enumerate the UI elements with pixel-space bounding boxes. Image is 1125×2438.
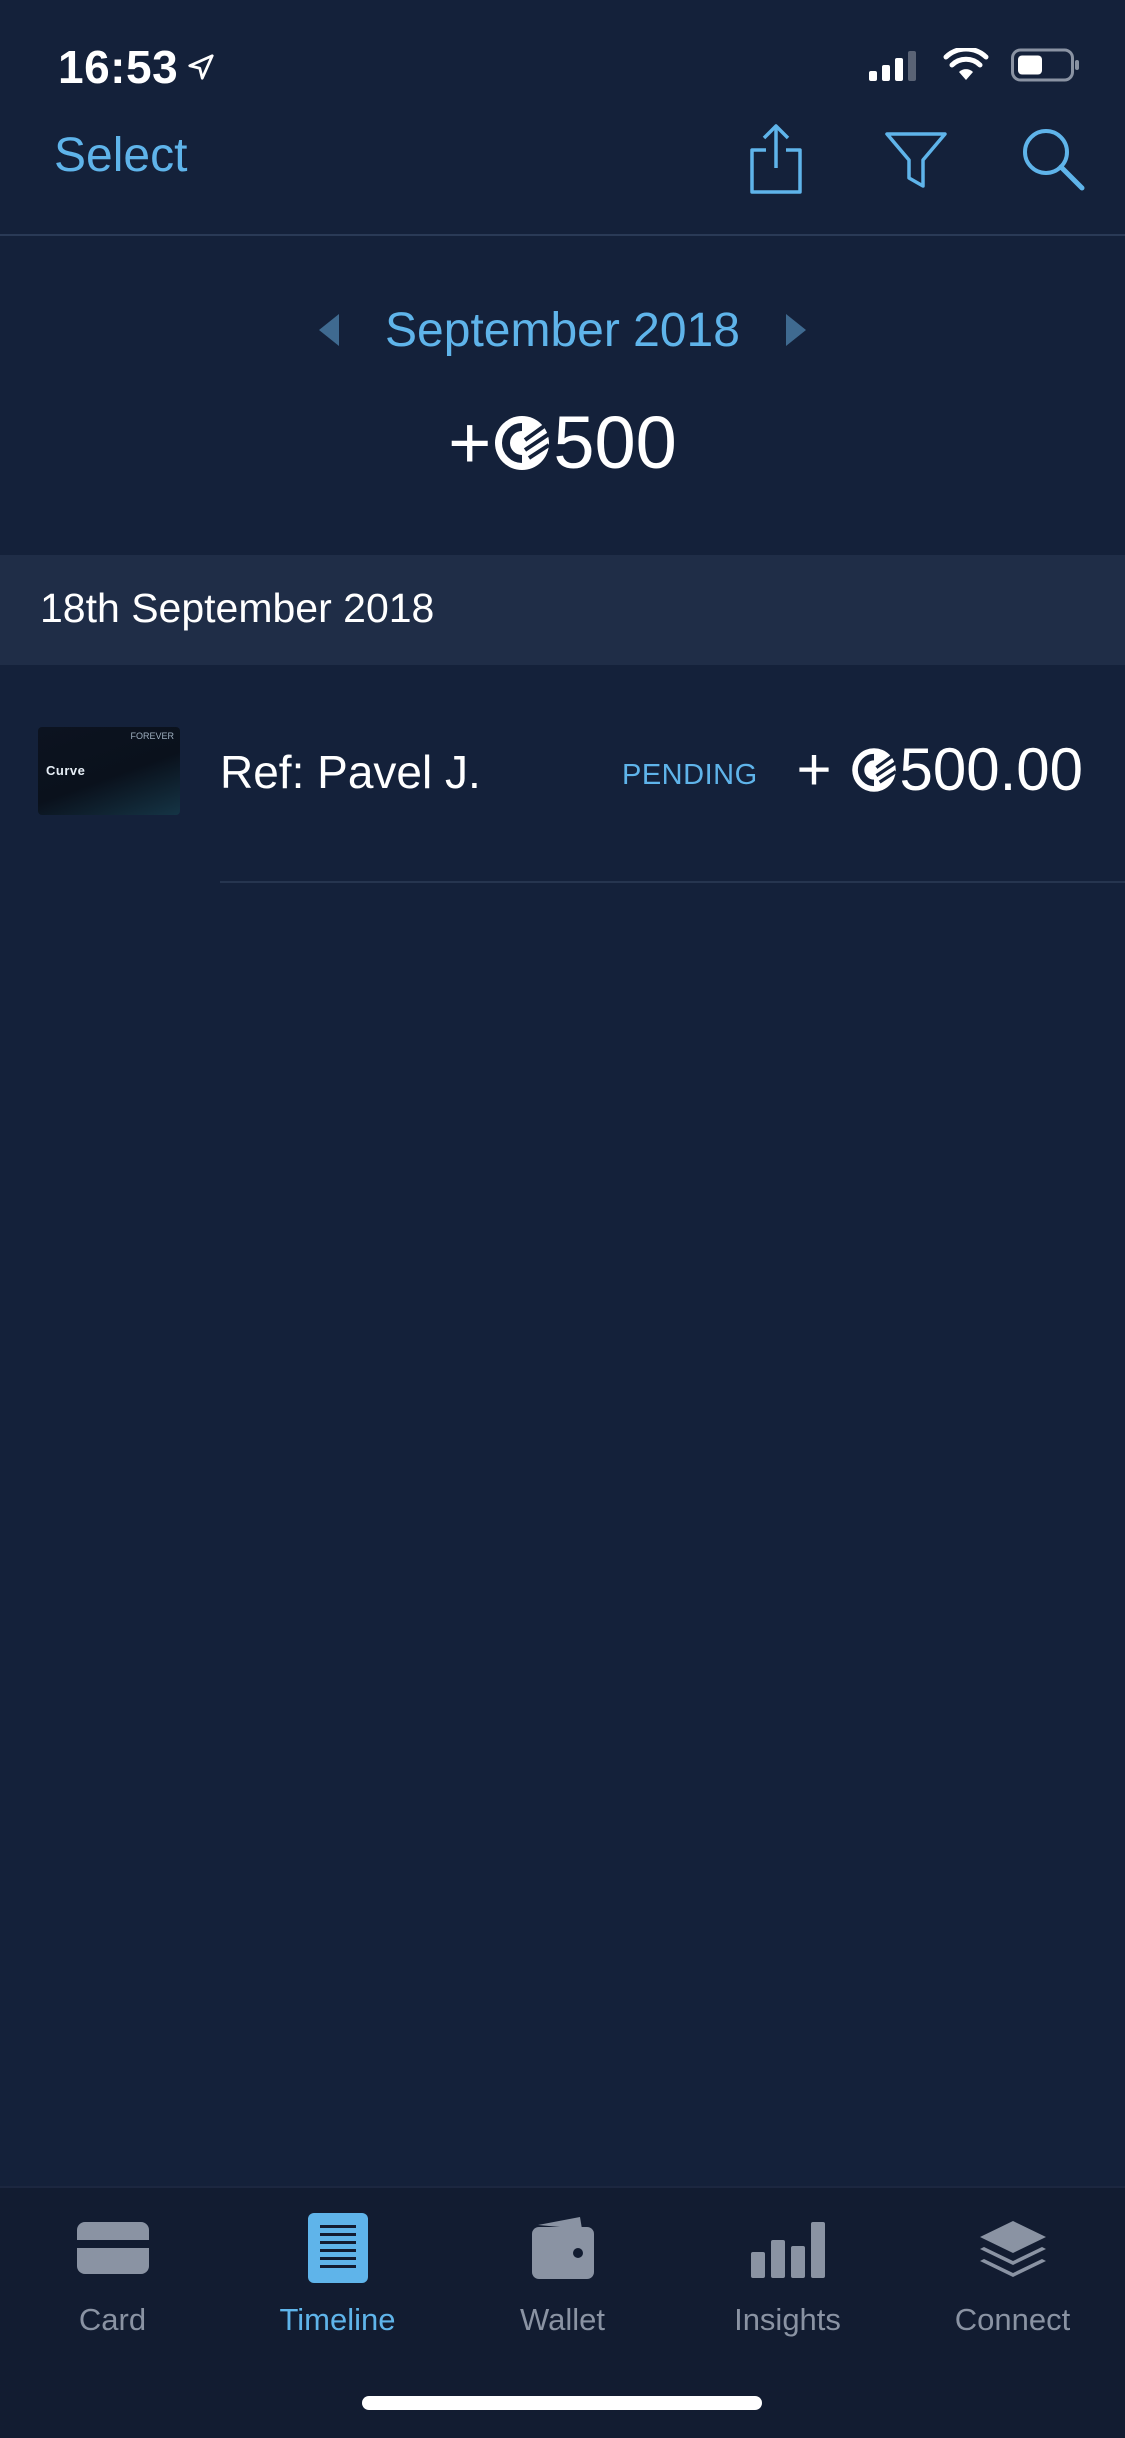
previous-month-button[interactable] xyxy=(309,300,349,360)
transaction-status: PENDING xyxy=(622,759,758,791)
card-thumbnail-chip: FOREVER xyxy=(130,731,174,741)
next-month-button[interactable] xyxy=(776,300,816,360)
curve-currency-icon xyxy=(852,747,898,792)
card-icon xyxy=(76,2222,149,2274)
tab-wallet[interactable]: Wallet xyxy=(450,2208,675,2338)
wifi-icon xyxy=(943,48,989,80)
search-icon xyxy=(1023,129,1085,191)
tab-card-label: Card xyxy=(78,2302,147,2337)
month-total-sign: + xyxy=(448,401,492,484)
filter-button[interactable] xyxy=(878,120,954,196)
share-button[interactable] xyxy=(738,120,814,196)
location-arrow-icon xyxy=(188,54,214,80)
transaction-row[interactable]: FOREVER Curve Ref: Pavel J. PENDING + 50… xyxy=(0,665,1125,883)
month-total-value: 500 xyxy=(553,401,677,484)
transaction-amount: + 500.00 xyxy=(796,735,1083,804)
date-section-header: 18th September 2018 xyxy=(0,555,1125,665)
tab-card[interactable]: Card xyxy=(0,2208,225,2338)
clock-time: 16:53 xyxy=(58,41,179,93)
status-indicators xyxy=(869,48,1081,82)
transaction-amount-value: 500.00 xyxy=(899,736,1083,803)
tab-connect[interactable]: Connect xyxy=(900,2208,1125,2338)
tab-timeline[interactable]: Timeline xyxy=(225,2208,450,2338)
chevron-left-icon xyxy=(319,314,340,346)
insights-icon xyxy=(750,2222,825,2278)
status-time: 16:53 xyxy=(58,40,216,94)
tab-insights[interactable]: Insights xyxy=(675,2208,900,2338)
curve-currency-icon xyxy=(495,415,551,470)
battery-icon xyxy=(1011,48,1079,82)
tab-wallet-label: Wallet xyxy=(520,2302,605,2337)
filter-icon xyxy=(885,132,947,188)
transaction-name: Ref: Pavel J. xyxy=(220,746,481,798)
home-indicator[interactable] xyxy=(362,2396,762,2410)
card-thumbnail: FOREVER Curve xyxy=(38,727,180,815)
select-button[interactable]: Select xyxy=(54,128,187,183)
chevron-right-icon xyxy=(785,314,806,346)
nav-bar: Select xyxy=(0,110,1125,236)
tab-timeline-label: Timeline xyxy=(279,2302,396,2337)
month-total: + 500 xyxy=(0,400,1125,485)
date-section-label: 18th September 2018 xyxy=(40,585,435,631)
row-divider xyxy=(220,881,1125,883)
card-brand-label: Curve xyxy=(46,763,86,778)
wallet-icon xyxy=(531,2217,594,2279)
timeline-icon xyxy=(307,2213,368,2283)
share-icon xyxy=(750,124,802,194)
tab-insights-label: Insights xyxy=(734,2302,841,2337)
search-button[interactable] xyxy=(1014,120,1090,196)
connect-icon xyxy=(979,2221,1046,2277)
cellular-signal-icon xyxy=(869,51,916,81)
month-label: September 2018 xyxy=(385,303,740,357)
transaction-amount-sign: + xyxy=(796,736,832,803)
tab-connect-label: Connect xyxy=(954,2302,1071,2337)
month-selector: September 2018 xyxy=(0,290,1125,370)
